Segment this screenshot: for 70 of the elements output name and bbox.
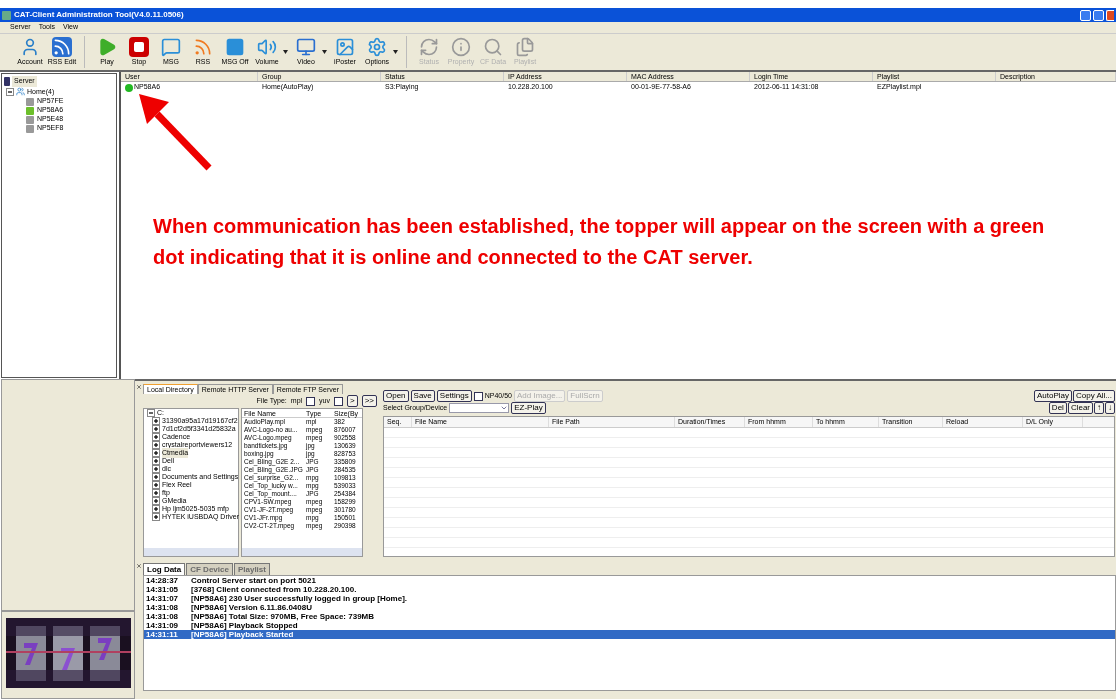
app-icon: [2, 10, 11, 20]
feed-icon: [52, 36, 72, 57]
checkbox[interactable]: [334, 396, 343, 406]
close-icon[interactable]: [136, 563, 142, 569]
toolbar-button[interactable]: Settings: [436, 390, 472, 402]
ez-play-button[interactable]: EZ-Play: [511, 402, 546, 414]
server-icon: [4, 76, 10, 86]
square-icon: [225, 36, 245, 57]
info-icon: [451, 36, 471, 57]
expand-icon[interactable]: [152, 425, 160, 433]
toolbar-button[interactable]: ↓: [1105, 402, 1115, 414]
toolbar-button[interactable]: Copy All...: [1073, 390, 1115, 402]
tab[interactable]: CF Device: [186, 563, 233, 575]
expand-icon[interactable]: [152, 465, 160, 473]
expand-icon[interactable]: [152, 449, 160, 457]
log-row[interactable]: 14:31:07 [NP58A6] 230 User successfully logged in group [Home].: [144, 594, 1115, 603]
toolbar-button[interactable]: Open: [383, 390, 409, 402]
caret-icon[interactable]: [283, 50, 288, 54]
expand-icon[interactable]: [152, 417, 160, 425]
speaker-icon: [257, 36, 277, 57]
close-icon[interactable]: [136, 384, 142, 390]
person-icon: [20, 36, 40, 57]
poster-icon: [335, 36, 355, 57]
documents-icon: [515, 36, 535, 57]
nav-button[interactable]: >: [347, 395, 358, 407]
caret-icon[interactable]: [322, 50, 327, 54]
log-row[interactable]: 14:31:08 [NP58A6] Version 6.11.86.0408U: [144, 603, 1115, 612]
expand-icon[interactable]: [152, 513, 160, 521]
log-row[interactable]: 14:31:09 [NP58A6] Playback Stopped: [144, 621, 1115, 630]
close-button[interactable]: [1106, 9, 1114, 21]
window-title: CAT-Client Administration Tool(V4.0.11.0506): [14, 9, 184, 21]
caret-icon[interactable]: [393, 50, 398, 54]
refresh-icon: [419, 36, 439, 57]
toolbar-button[interactable]: Del: [1048, 402, 1067, 414]
minimize-button[interactable]: [1080, 9, 1091, 21]
restore-button[interactable]: [1093, 9, 1104, 21]
tab[interactable]: Playlist: [233, 563, 270, 575]
search-icon: [483, 36, 503, 57]
scrollbar[interactable]: [242, 548, 362, 556]
toolbar-button[interactable]: Clear: [1067, 402, 1093, 414]
toolbar-button[interactable]: Save: [410, 390, 435, 402]
gear-icon: [367, 36, 387, 57]
nav-button[interactable]: >>: [361, 395, 377, 407]
collapse-icon[interactable]: [6, 87, 14, 96]
message-icon: [161, 36, 181, 57]
toolbar-button[interactable]: AutoPlay: [1033, 390, 1072, 402]
group-icon: [16, 87, 25, 97]
expand-icon[interactable]: [152, 457, 160, 465]
log-row[interactable]: 14:28:37 Control Server start on port 5021: [144, 576, 1115, 585]
log-row[interactable]: 14:31:08 [NP58A6] Total Size: 970MB, Free Space: 739MB: [144, 612, 1115, 621]
play-icon: [97, 36, 117, 57]
scrollbar[interactable]: [144, 548, 238, 556]
chevron-down-icon: [500, 404, 509, 412]
expand-icon[interactable]: [152, 505, 160, 513]
toolbar-button[interactable]: ↑: [1094, 402, 1104, 414]
tab[interactable]: Log Data: [143, 563, 186, 575]
monitor-icon: [296, 36, 316, 57]
collapse-icon[interactable]: [147, 409, 155, 417]
expand-icon[interactable]: [152, 489, 160, 497]
expand-icon[interactable]: [152, 481, 160, 489]
checkbox[interactable]: [473, 391, 483, 401]
expand-icon[interactable]: [152, 441, 160, 449]
expand-icon[interactable]: [152, 473, 160, 481]
checkbox[interactable]: [306, 396, 316, 406]
stop-icon: [129, 36, 149, 57]
expand-icon[interactable]: [152, 433, 160, 441]
log-row[interactable]: 14:31:05 [3768] Client connected from 10.228.20.100.: [144, 585, 1115, 594]
log-row[interactable]: 14:31:11 [NP58A6] Playback Started: [144, 630, 1115, 639]
annotation-text: When communication has been established, the topper will appear on the screen with a green dot indicating that it is online and connected to the CAT server.: [153, 214, 1046, 270]
expand-icon[interactable]: [152, 497, 160, 505]
